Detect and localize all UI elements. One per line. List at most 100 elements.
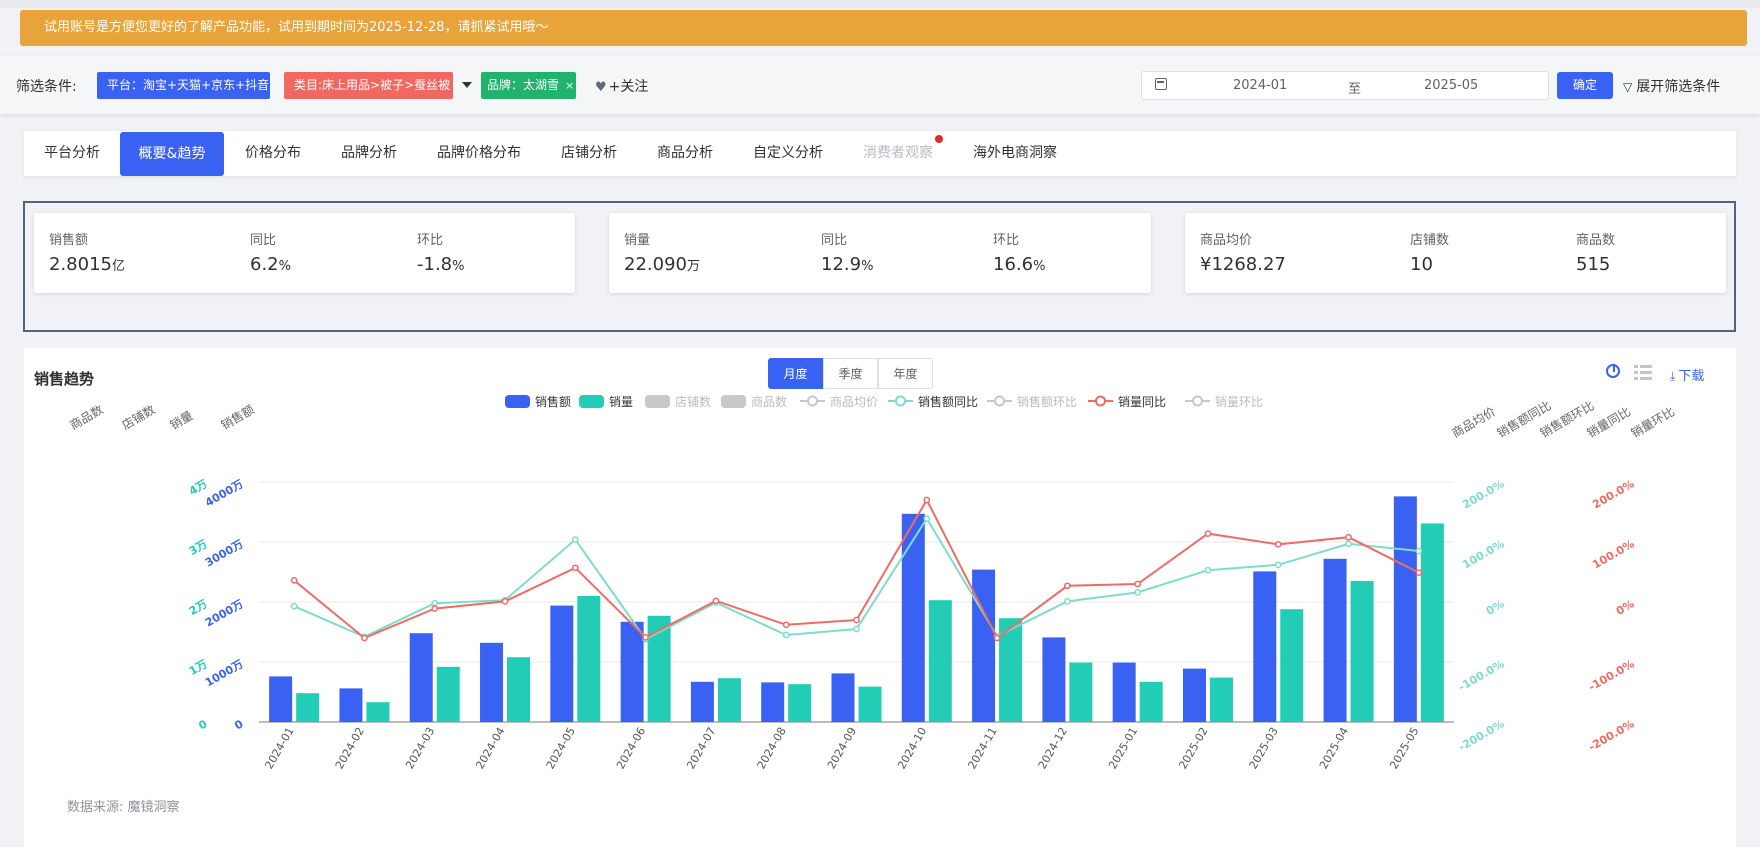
kpi-volume-yoy: 同比 12.9%: [821, 229, 873, 275]
period-monthly-button[interactable]: 月度: [768, 358, 823, 389]
kpi-value: -1.8%: [417, 254, 464, 275]
legend-label: 销售额同比: [918, 394, 978, 409]
kpi-number: 6.2: [250, 254, 279, 275]
volume-axis-tick: 0: [196, 717, 209, 732]
kpi-label: 销售额: [49, 233, 89, 248]
x-axis-tick: 2024-09: [825, 725, 859, 771]
volume-bar: [1280, 609, 1304, 722]
date-start[interactable]: 2024-01: [1233, 78, 1287, 93]
table-view-icon[interactable]: [1634, 364, 1652, 380]
tab-brand-price-distribution[interactable]: 品牌价格分布: [437, 131, 521, 176]
sales-bar: [690, 681, 714, 722]
tab-overseas-insight[interactable]: 海外电商洞察: [973, 131, 1057, 176]
tab-price-distribution[interactable]: 价格分布: [245, 131, 301, 176]
volume-kpi-card: 销量 22.090万 同比 12.9% 环比 16.6%: [609, 213, 1151, 293]
volume-axis-tick: 2万: [187, 597, 210, 618]
kpi-unit: %: [278, 259, 291, 274]
kpi-value: 515: [1576, 254, 1611, 275]
caret-down-icon[interactable]: [462, 82, 472, 88]
date-range-picker[interactable]: 2024-01 至 2025-05: [1141, 71, 1549, 100]
tab-product-analysis[interactable]: 商品分析: [657, 131, 713, 176]
kpi-unit: 万: [686, 259, 700, 274]
tab-consumer-insight[interactable]: 消费者观察: [863, 131, 933, 176]
platform-filter-tag[interactable]: 平台：淘宝+天猫+京东+抖音: [97, 72, 270, 99]
sales-bar: [1253, 571, 1277, 722]
kpi-unit: %: [861, 259, 874, 274]
follow-button[interactable]: ♥ +关注: [595, 76, 648, 96]
legend-label: 店铺数: [675, 394, 711, 409]
legend-swatch: [1095, 395, 1106, 407]
expand-filters-button[interactable]: ▽ 展开筛选条件: [1623, 76, 1720, 96]
sales-bar: [1042, 637, 1066, 722]
volume-yoy-point: [431, 605, 439, 612]
legend-swatch: [895, 395, 906, 407]
tab-platform-analysis[interactable]: 平台分析: [44, 131, 100, 176]
kpi-label: 商品数: [1576, 233, 1616, 248]
legend-label: 商品数: [751, 394, 787, 409]
sales-axis-tick: 4000万: [203, 477, 246, 509]
kpi-label: 同比: [821, 233, 848, 248]
legend-label: 销售额: [535, 394, 571, 409]
period-yearly-button[interactable]: 年度: [878, 358, 933, 389]
kpi-unit: %: [452, 259, 465, 274]
volume-bar: [858, 686, 882, 722]
trial-notice-banner: 试用账号是方便您更好的了解产品功能，试用到期时间为2025-12-28，请抓紧试…: [20, 10, 1747, 46]
download-icon: ⤓: [1670, 369, 1676, 383]
volume-yoy-axis-tick: 0%: [1614, 597, 1637, 618]
x-axis-tick: 2024-12: [1036, 725, 1070, 771]
volume-bar: [1350, 581, 1374, 722]
data-source: 数据来源: 魔镜洞察: [67, 800, 180, 815]
sales-bar: [1323, 558, 1347, 722]
kpi-panel: 销售额 2.8015亿 同比 6.2% 环比 -1.8% 销量 22.090万 …: [23, 201, 1736, 332]
sales-bar: [901, 513, 925, 722]
pie-chart-icon[interactable]: [1606, 364, 1620, 378]
download-button[interactable]: ⤓ 下载: [1670, 365, 1704, 384]
kpi-products: 商品数 515: [1576, 229, 1615, 275]
volume-bar: [717, 678, 741, 722]
sales-bar: [1393, 496, 1417, 722]
volume-yoy-point: [1064, 582, 1071, 590]
kpi-number: 16.6: [993, 254, 1034, 275]
x-axis-tick: 2024-04: [473, 725, 507, 771]
kpi-number: 12.9: [821, 254, 862, 275]
period-quarterly-button[interactable]: 季度: [823, 358, 878, 389]
axis-name: 商品均价: [1449, 404, 1498, 441]
kpi-number: -1.8: [417, 254, 453, 275]
close-icon[interactable]: ×: [565, 79, 574, 92]
volume-bar: [436, 666, 460, 722]
volume-bar: [788, 684, 812, 722]
sales-axis-tick: 3000万: [203, 537, 246, 569]
tab-store-analysis[interactable]: 店铺分析: [561, 131, 617, 176]
volume-yoy-point: [1415, 569, 1423, 576]
axis-name: 销量: [168, 408, 196, 432]
volume-yoy-point: [1345, 533, 1352, 541]
sales-bar: [1182, 668, 1206, 722]
sales-yoy-axis-tick: -200.0%: [1456, 717, 1506, 753]
kpi-sales-yoy: 同比 6.2%: [250, 229, 291, 275]
sales-yoy-point: [431, 599, 439, 607]
sales-axis-tick: 0: [232, 717, 245, 732]
legend-swatch: [807, 395, 818, 407]
date-end[interactable]: 2025-05: [1424, 78, 1478, 93]
filter-bar: 筛选条件: 平台：淘宝+天猫+京东+抖音 类目:床上用品>被子>蚕丝被 品牌：太…: [0, 56, 1760, 114]
legend-swatch: [505, 395, 530, 408]
legend-swatch: [645, 395, 670, 408]
volume-yoy-point: [1204, 530, 1212, 537]
volume-yoy-point: [642, 634, 649, 641]
sales-yoy-axis-tick: 200.0%: [1460, 477, 1506, 511]
legend-swatch: [1192, 395, 1203, 407]
brand-filter-tag[interactable]: 品牌：太湖雪 ×: [481, 72, 576, 99]
sales-axis-tick: 2000万: [203, 597, 246, 629]
volume-bar: [577, 596, 601, 722]
volume-yoy-point: [712, 597, 720, 605]
tab-overview-trend[interactable]: 概要&趋势: [120, 132, 224, 176]
volume-axis-tick: 1万: [187, 657, 210, 678]
download-label: 下载: [1678, 369, 1705, 384]
sales-yoy-point: [571, 536, 579, 543]
calendar-icon: [1155, 78, 1167, 90]
kpi-volume: 销量 22.090万: [624, 229, 700, 275]
confirm-button[interactable]: 确定: [1557, 72, 1613, 99]
tab-custom-analysis[interactable]: 自定义分析: [753, 131, 823, 176]
category-filter-tag[interactable]: 类目:床上用品>被子>蚕丝被: [284, 72, 453, 99]
tab-brand-analysis[interactable]: 品牌分析: [341, 131, 397, 176]
